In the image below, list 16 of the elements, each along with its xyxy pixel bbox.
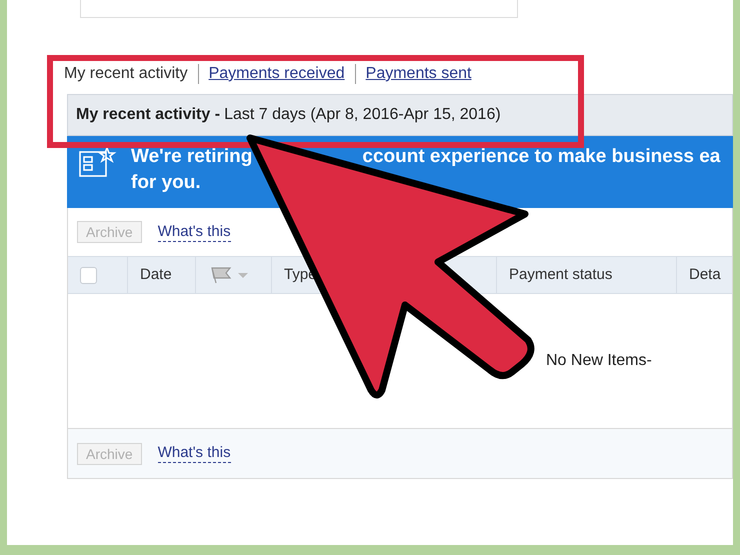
activity-tab[interactable]: Payments sent: [366, 62, 472, 86]
dashboard-star-icon: [79, 146, 117, 180]
help-link[interactable]: What's this: [158, 222, 231, 242]
column-header: Deta: [689, 264, 721, 285]
column-header: Date: [140, 264, 172, 285]
select-all-checkbox[interactable]: [80, 266, 97, 284]
banner-text: ccount experience to make business ea: [362, 145, 720, 169]
header-title: My recent activity -: [76, 105, 220, 125]
activity-tab[interactable]: Payments received: [208, 62, 345, 86]
column-header: Payment status: [509, 264, 612, 285]
banner-text: for you.: [131, 171, 202, 195]
banner-text: We're retiring: [131, 145, 252, 169]
activity-tab[interactable]: My recent activity: [64, 62, 188, 86]
empty-message: No New Items-: [546, 351, 652, 371]
help-link[interactable]: What's this: [158, 444, 231, 463]
date-range: Last 7 days (Apr 8, 2016-Apr 15, 2016): [224, 105, 501, 125]
